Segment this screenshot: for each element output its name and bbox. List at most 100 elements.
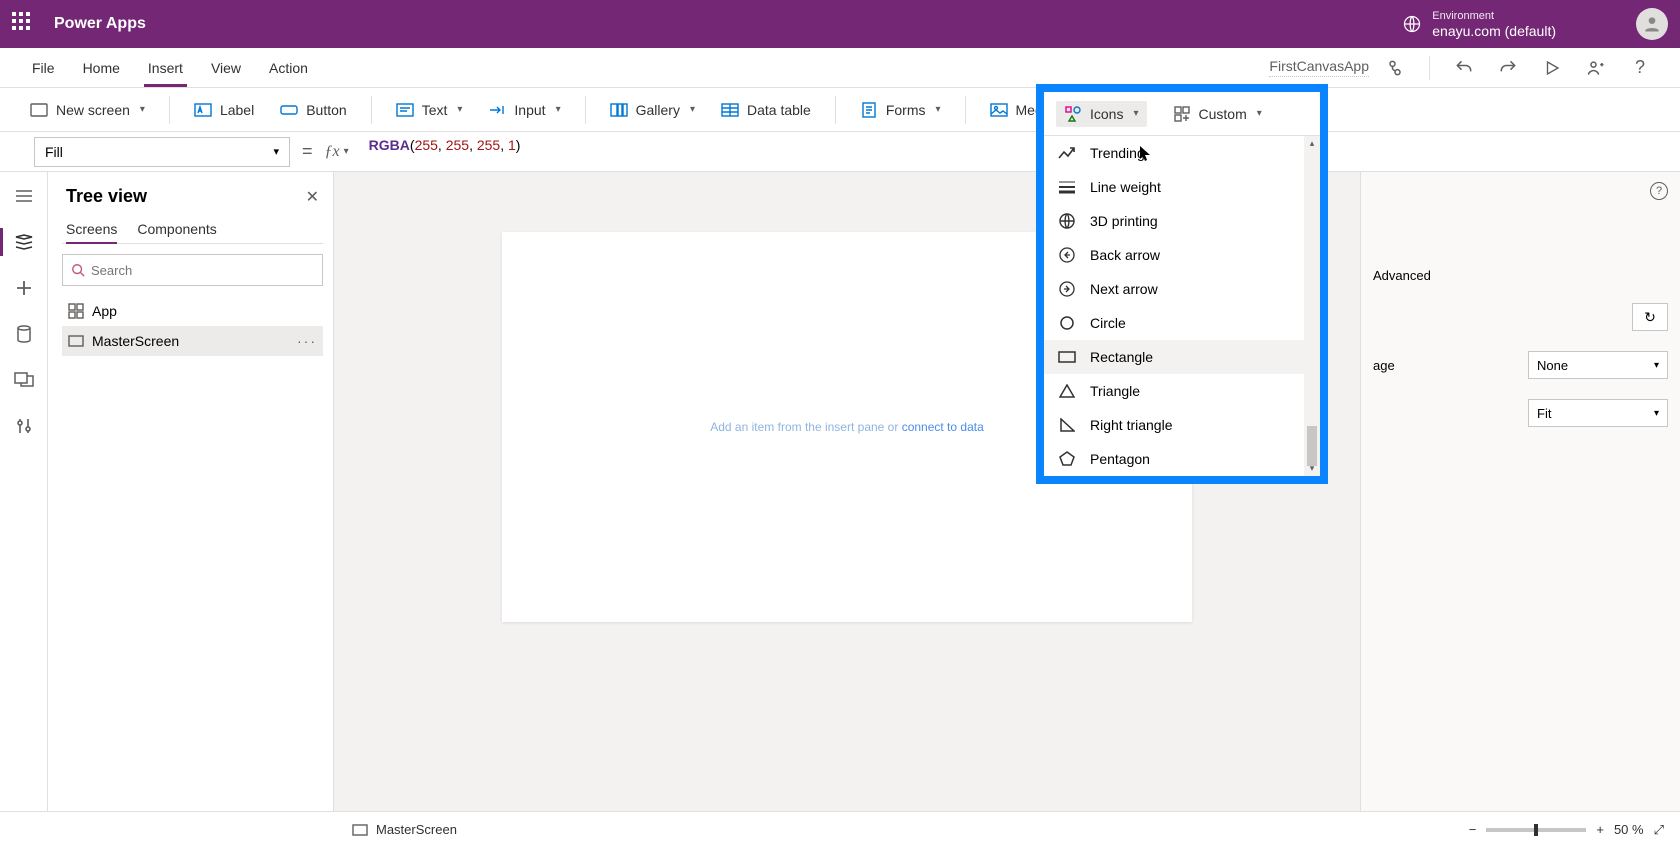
icons-dropdown-list[interactable]: Trending Line weight 3D printing Back ar… — [1044, 136, 1320, 476]
media-rail-icon[interactable] — [14, 370, 34, 390]
new-screen-button[interactable]: New screen▾ — [20, 95, 155, 125]
dd-lineweight[interactable]: Line weight — [1044, 170, 1320, 204]
environment-label: Environment — [1432, 9, 1556, 23]
fit-select[interactable]: Fit▾ — [1528, 399, 1668, 427]
lineweight-icon — [1058, 178, 1076, 196]
menubar: File Home Insert View Action FirstCanvas… — [0, 48, 1680, 88]
label-icon — [194, 101, 212, 119]
menu-action[interactable]: Action — [255, 48, 322, 87]
tab-components[interactable]: Components — [137, 215, 216, 243]
fit-screen-icon[interactable]: ⤢ — [1654, 822, 1664, 838]
properties-panel: ? ▾ Advanced ↻ age None▾ Fit▾ — [1360, 172, 1680, 811]
connect-data-link[interactable]: connect to data — [902, 420, 984, 434]
tree-item-app[interactable]: App — [62, 296, 323, 326]
tree-view-panel: Tree view ✕ Screens Components App Maste… — [48, 172, 334, 811]
dd-triangle[interactable]: Triangle — [1044, 374, 1320, 408]
properties-tab-advanced[interactable]: Advanced — [1373, 268, 1431, 283]
tree-search[interactable] — [62, 254, 323, 286]
hamburger-icon[interactable] — [14, 186, 34, 206]
environment-icon — [1402, 14, 1422, 34]
app-filename[interactable]: FirstCanvasApp — [1269, 58, 1369, 77]
zoom-value: 50 % — [1614, 822, 1644, 837]
scroll-thumb[interactable] — [1307, 426, 1317, 466]
tab-screens[interactable]: Screens — [66, 215, 117, 243]
triangle-icon — [1058, 382, 1076, 400]
menu-view[interactable]: View — [197, 48, 255, 87]
trending-icon — [1058, 144, 1076, 162]
data-icon[interactable] — [14, 324, 34, 344]
nextarrow-icon — [1058, 280, 1076, 298]
person-icon — [1642, 14, 1662, 34]
zoom-in-icon[interactable]: + — [1596, 822, 1604, 837]
menu-home[interactable]: Home — [69, 48, 134, 87]
dd-rectangle[interactable]: Rectangle — [1044, 340, 1320, 374]
image-select[interactable]: None▾ — [1528, 351, 1668, 379]
rectangle-icon — [1058, 348, 1076, 366]
play-icon[interactable] — [1536, 52, 1568, 84]
forms-button[interactable]: Forms▾ — [850, 95, 951, 125]
image-label: age — [1373, 358, 1395, 373]
forms-icon — [860, 101, 878, 119]
label-button[interactable]: Label — [184, 95, 264, 125]
advanced-tools-icon[interactable] — [14, 416, 34, 436]
datatable-button[interactable]: Data table — [711, 95, 821, 125]
fx-button[interactable]: ƒx ▾ — [325, 143, 349, 161]
close-icon[interactable]: ✕ — [306, 187, 319, 207]
text-button[interactable]: Text▾ — [386, 95, 473, 125]
dd-trending[interactable]: Trending — [1044, 136, 1320, 170]
zoom-slider[interactable] — [1486, 828, 1586, 832]
screen-icon — [68, 335, 84, 347]
formula-input[interactable]: RGBA(255, 255, 255, 1) — [361, 137, 1660, 167]
text-icon — [396, 101, 414, 119]
icons-button[interactable]: Icons▾ — [1056, 101, 1147, 127]
zoom-out-icon[interactable]: − — [1469, 822, 1477, 837]
titlebar: Power Apps Environment enayu.com (defaul… — [0, 0, 1680, 48]
dd-nextarrow[interactable]: Next arrow — [1044, 272, 1320, 306]
canvas-hint: Add an item from the insert pane or conn… — [710, 420, 984, 434]
backarrow-icon — [1058, 246, 1076, 264]
environment-name: enayu.com (default) — [1432, 23, 1556, 39]
reset-icon[interactable]: ↻ — [1632, 303, 1668, 331]
3dprinting-icon — [1058, 212, 1076, 230]
button-button[interactable]: Button — [270, 95, 356, 125]
gallery-icon — [610, 101, 628, 119]
custom-button[interactable]: Custom▾ — [1163, 99, 1272, 129]
input-button[interactable]: Input▾ — [478, 95, 570, 125]
icons-icon — [1064, 105, 1082, 123]
redo-icon[interactable] — [1492, 52, 1524, 84]
dd-circle[interactable]: Circle — [1044, 306, 1320, 340]
environment-picker[interactable]: Environment enayu.com (default) — [1402, 9, 1556, 39]
scroll-up-icon[interactable]: ▴ — [1310, 138, 1315, 149]
menu-file[interactable]: File — [18, 48, 69, 87]
dd-righttriangle[interactable]: Right triangle — [1044, 408, 1320, 442]
app-launcher-icon[interactable] — [12, 12, 36, 36]
user-avatar[interactable] — [1636, 8, 1668, 40]
pentagon-icon — [1058, 450, 1076, 468]
righttriangle-icon — [1058, 416, 1076, 434]
dd-pentagon[interactable]: Pentagon — [1044, 442, 1320, 476]
menu-insert[interactable]: Insert — [134, 48, 197, 87]
insert-ribbon: New screen▾ Label Button Text▾ Input▾ Ga… — [0, 88, 1680, 132]
property-selector[interactable]: Fill ▾ — [34, 137, 290, 167]
datatable-icon — [721, 101, 739, 119]
search-icon — [71, 263, 85, 277]
tree-view-icon[interactable] — [14, 232, 34, 252]
custom-icon — [1173, 105, 1191, 123]
insert-icon[interactable] — [14, 278, 34, 298]
more-icon[interactable]: ··· — [297, 333, 317, 349]
status-screen[interactable]: MasterScreen — [352, 822, 457, 837]
panel-help-icon[interactable]: ? — [1650, 182, 1668, 200]
undo-icon[interactable] — [1448, 52, 1480, 84]
share-icon[interactable] — [1580, 52, 1612, 84]
dropdown-scrollbar[interactable]: ▴ ▾ — [1304, 136, 1320, 476]
app-checker-icon[interactable] — [1379, 52, 1411, 84]
dd-backarrow[interactable]: Back arrow — [1044, 238, 1320, 272]
app-icon — [68, 303, 84, 319]
app-name: Power Apps — [54, 15, 146, 33]
dd-3dprinting[interactable]: 3D printing — [1044, 204, 1320, 238]
equals-label: = — [302, 141, 313, 162]
search-input[interactable] — [91, 263, 314, 278]
gallery-button[interactable]: Gallery▾ — [600, 95, 705, 125]
tree-item-masterscreen[interactable]: MasterScreen ··· — [62, 326, 323, 356]
help-icon[interactable]: ? — [1624, 52, 1656, 84]
